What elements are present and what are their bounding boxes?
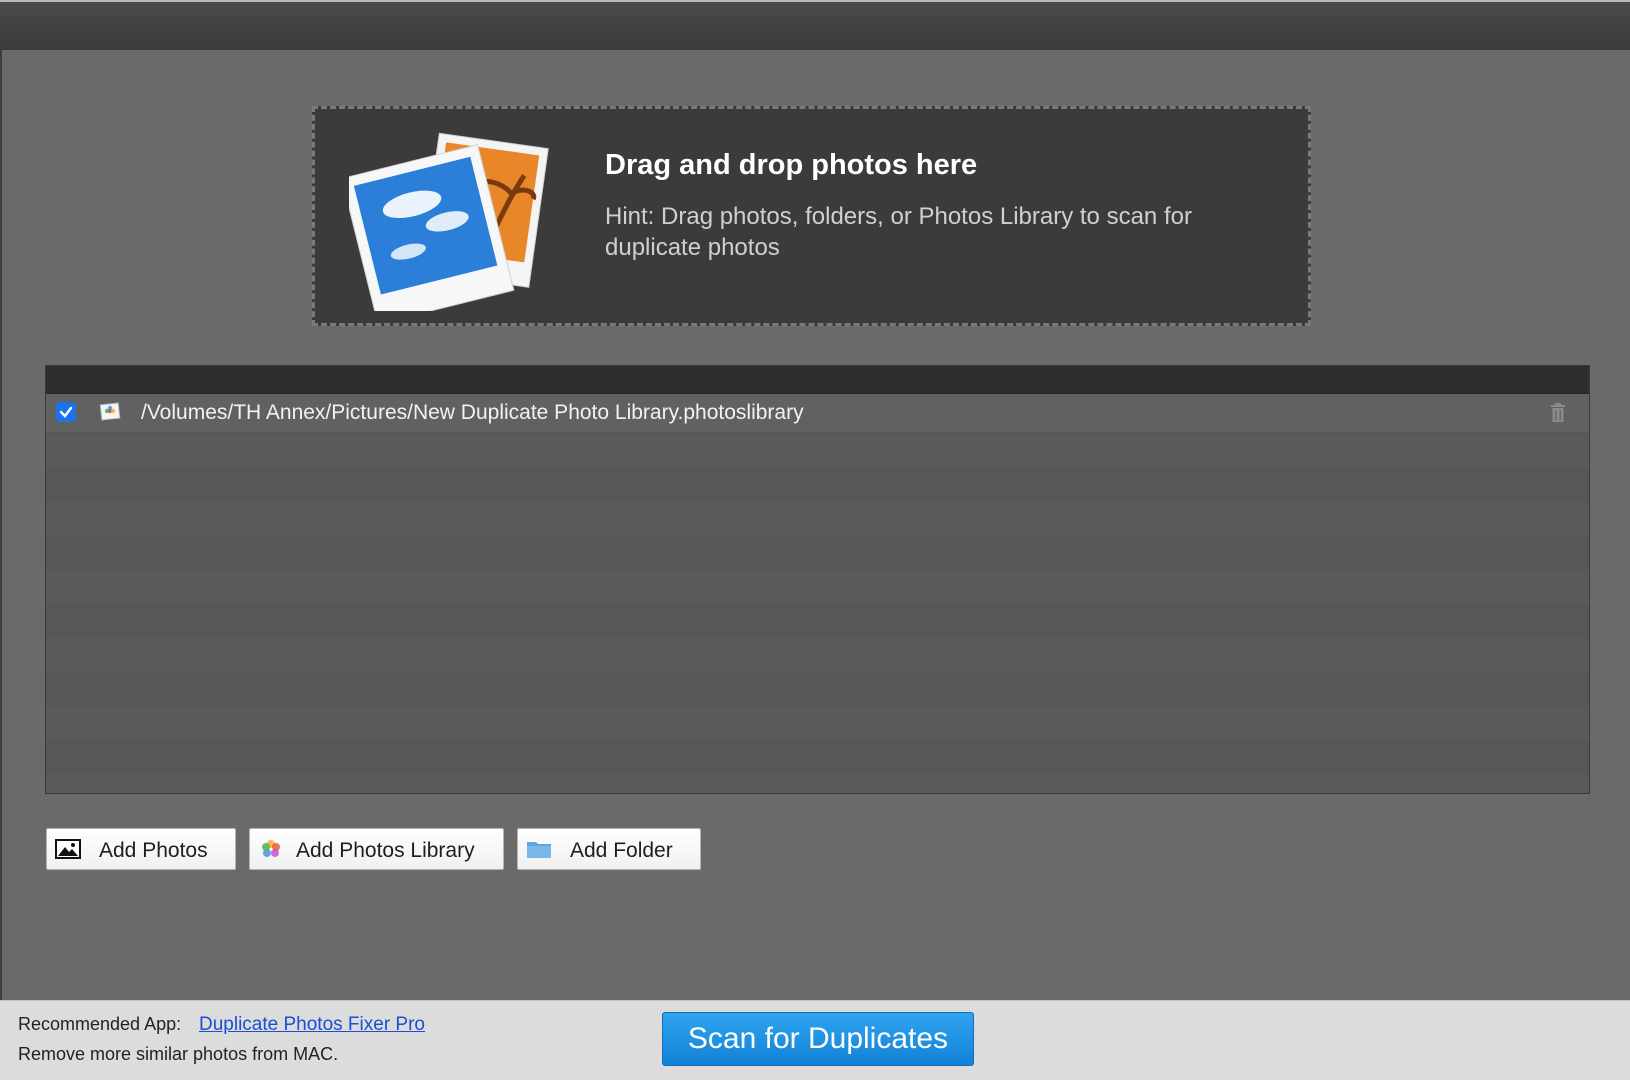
add-photos-library-label: Add Photos Library (296, 839, 475, 862)
trash-icon[interactable] (1549, 402, 1567, 424)
scan-for-duplicates-button[interactable]: Scan for Duplicates (662, 1012, 974, 1066)
list-item[interactable]: /Volumes/TH Annex/Pictures/New Duplicate… (46, 394, 1589, 432)
window-edge (0, 50, 2, 1000)
folder-icon (527, 842, 551, 858)
recommended-label: Recommended App: (18, 1014, 182, 1034)
checkmark-icon (59, 406, 73, 418)
drop-zone-hint: Hint: Drag photos, folders, or Photos Li… (605, 203, 1192, 261)
add-folder-label: Add Folder (570, 839, 673, 862)
add-photos-label: Add Photos (99, 839, 208, 862)
drop-zone[interactable]: Drag and drop photos here Hint: Drag pho… (312, 106, 1311, 326)
footer-bar: Recommended App: Duplicate Photos Fixer … (0, 1000, 1630, 1080)
scan-locations-list: /Volumes/TH Annex/Pictures/New Duplicate… (45, 365, 1590, 794)
recommended-subtext: Remove more similar photos from MAC. (18, 1044, 339, 1064)
title-bar (0, 0, 1630, 50)
list-header (46, 366, 1589, 394)
add-photos-button[interactable]: Add Photos (46, 828, 236, 870)
library-path: /Volumes/TH Annex/Pictures/New Duplicate… (141, 401, 804, 424)
photos-library-icon (99, 402, 121, 421)
photos-stack-icon (349, 132, 549, 311)
add-folder-button[interactable]: Add Folder (517, 828, 701, 870)
recommended-app-link[interactable]: Duplicate Photos Fixer Pro (199, 1014, 425, 1036)
photos-app-icon (262, 840, 280, 857)
include-checkbox[interactable] (56, 402, 76, 422)
image-icon (55, 839, 81, 859)
add-photos-library-button[interactable]: Add Photos Library (249, 828, 504, 870)
drop-zone-title: Drag and drop photos here (605, 149, 978, 181)
